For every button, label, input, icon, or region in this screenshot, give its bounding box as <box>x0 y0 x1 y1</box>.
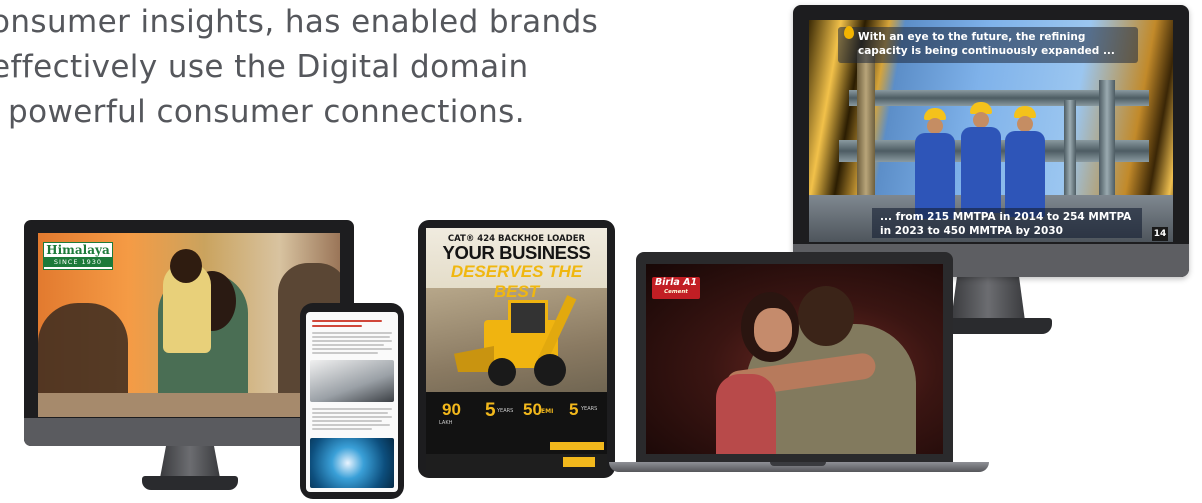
ad-headline: YOUR BUSINESS <box>442 242 591 263</box>
slide-page-number: 14 <box>1152 227 1168 241</box>
headline-line-2: effectively use the Digital domain <box>0 49 529 85</box>
slide-caption-top: With an eye to the future, the refining … <box>838 27 1138 63</box>
backhoe-wheel <box>488 358 516 386</box>
article-text-line <box>312 416 392 418</box>
ad-stat-2: 5 <box>485 400 496 421</box>
desk <box>38 393 340 417</box>
article-text-line <box>312 348 392 350</box>
article-text-line <box>312 332 392 334</box>
article-heading-line <box>312 325 362 327</box>
ad-stat-unit-4: YEARS <box>581 406 598 412</box>
child-head <box>170 249 202 283</box>
laptop-notch <box>770 462 826 466</box>
article-text-line <box>312 352 378 354</box>
left-monitor-stand-foot <box>142 476 238 490</box>
scuba-image <box>310 438 394 488</box>
smartphone-screen <box>306 312 398 492</box>
ad-stat-unit-3: EMI <box>541 408 554 415</box>
car-image <box>310 360 394 402</box>
article-text-line <box>312 424 390 426</box>
ad-brand-badge <box>563 457 595 467</box>
ad-stat-4: 5 <box>569 400 579 419</box>
slide-caption-bottom: ... from 215 MMTPA in 2014 to 254 MMTPA … <box>872 208 1142 238</box>
oil-drop-icon <box>844 26 854 39</box>
ad-stat-unit-2: YEARS <box>497 408 514 414</box>
himalaya-logo-name: Himalaya <box>46 243 110 257</box>
ad-tagline: DESERVES THE BEST <box>450 262 583 301</box>
article-text-line <box>312 408 392 410</box>
headline-copy: onsumer insights, has enabled brands eff… <box>0 0 720 135</box>
headline-line-3: powerful consumer connections. <box>8 94 525 130</box>
ad-stat-1: 90 <box>442 400 461 419</box>
backhoe-wheel <box>534 354 566 386</box>
headline-line-1: onsumer insights, has enabled brands <box>0 4 599 40</box>
birla-logo-sub: Cement <box>664 289 688 295</box>
himalaya-logo-since: SINCE 1930 <box>44 257 112 267</box>
woman-body <box>716 374 776 454</box>
right-monitor-stand-neck <box>951 277 1025 321</box>
birla-logo-name: Birla A1 <box>654 277 698 288</box>
article-text-line <box>312 412 388 414</box>
article-text-line <box>312 336 390 338</box>
himalaya-logo: Himalaya SINCE 1930 <box>43 242 113 270</box>
article-text-line <box>312 344 384 346</box>
ad-stat-3: 50 <box>523 400 542 419</box>
ad-stat-unit-1: LAKH <box>439 420 453 426</box>
right-monitor-stand-foot <box>940 318 1052 334</box>
article-text-line <box>312 428 372 430</box>
article-text-line <box>312 420 382 422</box>
article-heading-line <box>312 320 382 322</box>
man-head <box>798 286 854 346</box>
backhoe-cab <box>508 300 548 336</box>
left-monitor-stand-neck <box>160 446 220 478</box>
ad-website-bar <box>550 442 604 450</box>
birla-logo: Birla A1 Cement <box>652 277 700 299</box>
tablet-screen: CAT® 424 BACKHOE LOADER YOUR BUSINESS DE… <box>426 228 607 470</box>
article-text-line <box>312 340 392 342</box>
woman-face <box>754 308 792 352</box>
